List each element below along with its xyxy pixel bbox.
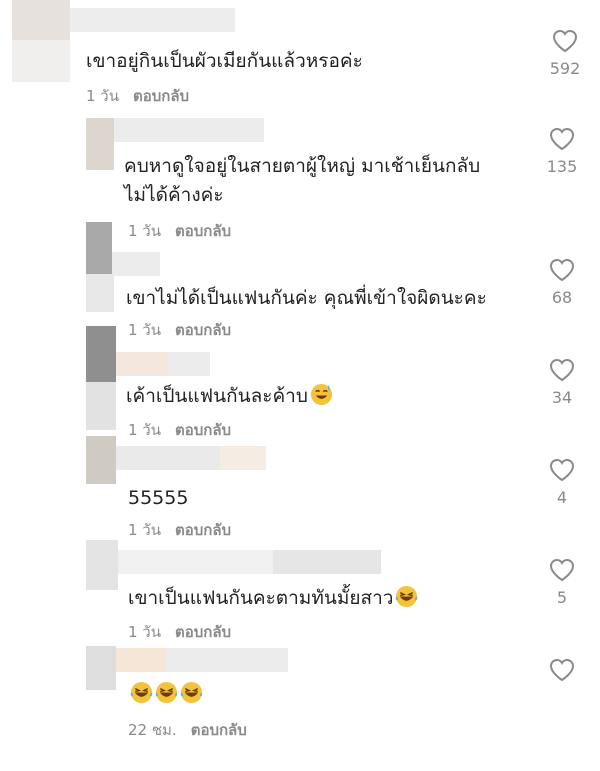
- comment-time: 1 วัน: [86, 87, 119, 105]
- heart-icon[interactable]: [549, 458, 575, 482]
- like-count: 5: [556, 588, 568, 607]
- like-control[interactable]: 34: [537, 358, 587, 407]
- comment-meta: 1 วัน ตอบกลับ: [86, 84, 189, 108]
- like-count: 68: [551, 288, 573, 307]
- username-redacted: [273, 550, 381, 574]
- comment-meta: 22 ชม. ตอบกลับ: [128, 718, 247, 742]
- comment-text-body: เขาเป็นแฟนกันคะตามทันมั้ยสาว: [128, 587, 394, 609]
- avatar[interactable]: [86, 436, 116, 484]
- like-control[interactable]: [537, 658, 587, 688]
- username-redacted[interactable]: [116, 352, 168, 376]
- comment-text: เขาไม่ได้เป็นแฟนกันค่ะ คุณพี่เข้าใจผิดนะ…: [126, 287, 487, 309]
- username-redacted: [166, 648, 288, 672]
- comment-text-line2: ไม่ได้ค้างค่ะ: [124, 184, 224, 206]
- heart-icon[interactable]: [549, 258, 575, 282]
- comment-meta: 1 วัน ตอบกลับ: [128, 518, 231, 542]
- avatar[interactable]: [86, 326, 116, 382]
- like-control[interactable]: 592: [540, 29, 590, 78]
- heart-icon[interactable]: [549, 558, 575, 582]
- username-redacted[interactable]: [70, 8, 235, 32]
- comment-time: 1 วัน: [128, 321, 161, 339]
- comment-text: [128, 680, 203, 708]
- avatar-fragment: [86, 274, 114, 312]
- heart-icon[interactable]: [549, 358, 575, 382]
- comment-text: 55555: [128, 487, 189, 509]
- avatar-fragment: [86, 382, 116, 430]
- laughing-tears-emoji-icon: [130, 681, 153, 704]
- avatar[interactable]: [12, 0, 70, 40]
- comment-time: 1 วัน: [128, 521, 161, 539]
- username-redacted: [168, 352, 210, 376]
- comment-text: คบหาดูใจอยู่ในสายตาผู้ใหญ่ มาเช้าเย็นกลั…: [124, 155, 481, 177]
- comment-meta: 1 วัน ตอบกลับ: [128, 418, 231, 442]
- avatar[interactable]: [86, 540, 118, 590]
- like-count: 592: [549, 59, 581, 78]
- like-count: 34: [551, 388, 573, 407]
- comment-text: เขาอยู่กินเป็นผัวเมียกันแล้วหรอค่ะ: [86, 50, 363, 72]
- comment-text-body: เค้าเป็นแฟนกันละค้าบ: [126, 385, 308, 407]
- comment-text: เค้าเป็นแฟนกันละค้าบ: [126, 382, 333, 410]
- reply-button[interactable]: ตอบกลับ: [175, 421, 231, 439]
- like-count: 135: [546, 157, 578, 176]
- username-redacted[interactable]: [112, 252, 160, 276]
- avatar[interactable]: [86, 222, 112, 274]
- heart-icon[interactable]: [549, 127, 575, 151]
- username-redacted[interactable]: [118, 550, 273, 574]
- laughing-tears-emoji-icon: [180, 681, 203, 704]
- comment-meta: 1 วัน ตอบกลับ: [128, 219, 231, 243]
- comment-time: 22 ชม.: [128, 721, 177, 739]
- reply-button[interactable]: ตอบกลับ: [175, 222, 231, 240]
- comment-time: 1 วัน: [128, 623, 161, 641]
- like-control[interactable]: 68: [537, 258, 587, 307]
- sweat-smile-emoji-icon: [310, 383, 332, 406]
- comment-text: เขาเป็นแฟนกันคะตามทันมั้ยสาว: [128, 584, 418, 612]
- like-control[interactable]: 135: [537, 127, 587, 176]
- username-redacted[interactable]: [116, 446, 220, 470]
- reply-button[interactable]: ตอบกลับ: [175, 623, 231, 641]
- laughing-tears-emoji-icon: [396, 585, 418, 608]
- reply-button[interactable]: ตอบกลับ: [175, 321, 231, 339]
- heart-icon[interactable]: [549, 658, 575, 682]
- reply-button[interactable]: ตอบกลับ: [133, 87, 189, 105]
- comment-meta: 1 วัน ตอบกลับ: [128, 620, 231, 644]
- avatar-fragment: [12, 40, 70, 82]
- username-redacted[interactable]: [114, 118, 264, 142]
- like-control[interactable]: 4: [537, 458, 587, 507]
- comment-time: 1 วัน: [128, 222, 161, 240]
- username-redacted: [220, 446, 266, 470]
- heart-icon[interactable]: [552, 29, 578, 53]
- reply-button[interactable]: ตอบกลับ: [191, 721, 247, 739]
- laughing-tears-emoji-icon: [155, 681, 178, 704]
- comment-meta: 1 วัน ตอบกลับ: [128, 318, 231, 342]
- reply-button[interactable]: ตอบกลับ: [175, 521, 231, 539]
- like-count: 4: [556, 488, 568, 507]
- avatar[interactable]: [86, 646, 116, 690]
- username-redacted[interactable]: [116, 648, 166, 672]
- comment-time: 1 วัน: [128, 421, 161, 439]
- avatar[interactable]: [86, 118, 114, 170]
- next-comment-cutoff: [0, 757, 600, 771]
- like-control[interactable]: 5: [537, 558, 587, 607]
